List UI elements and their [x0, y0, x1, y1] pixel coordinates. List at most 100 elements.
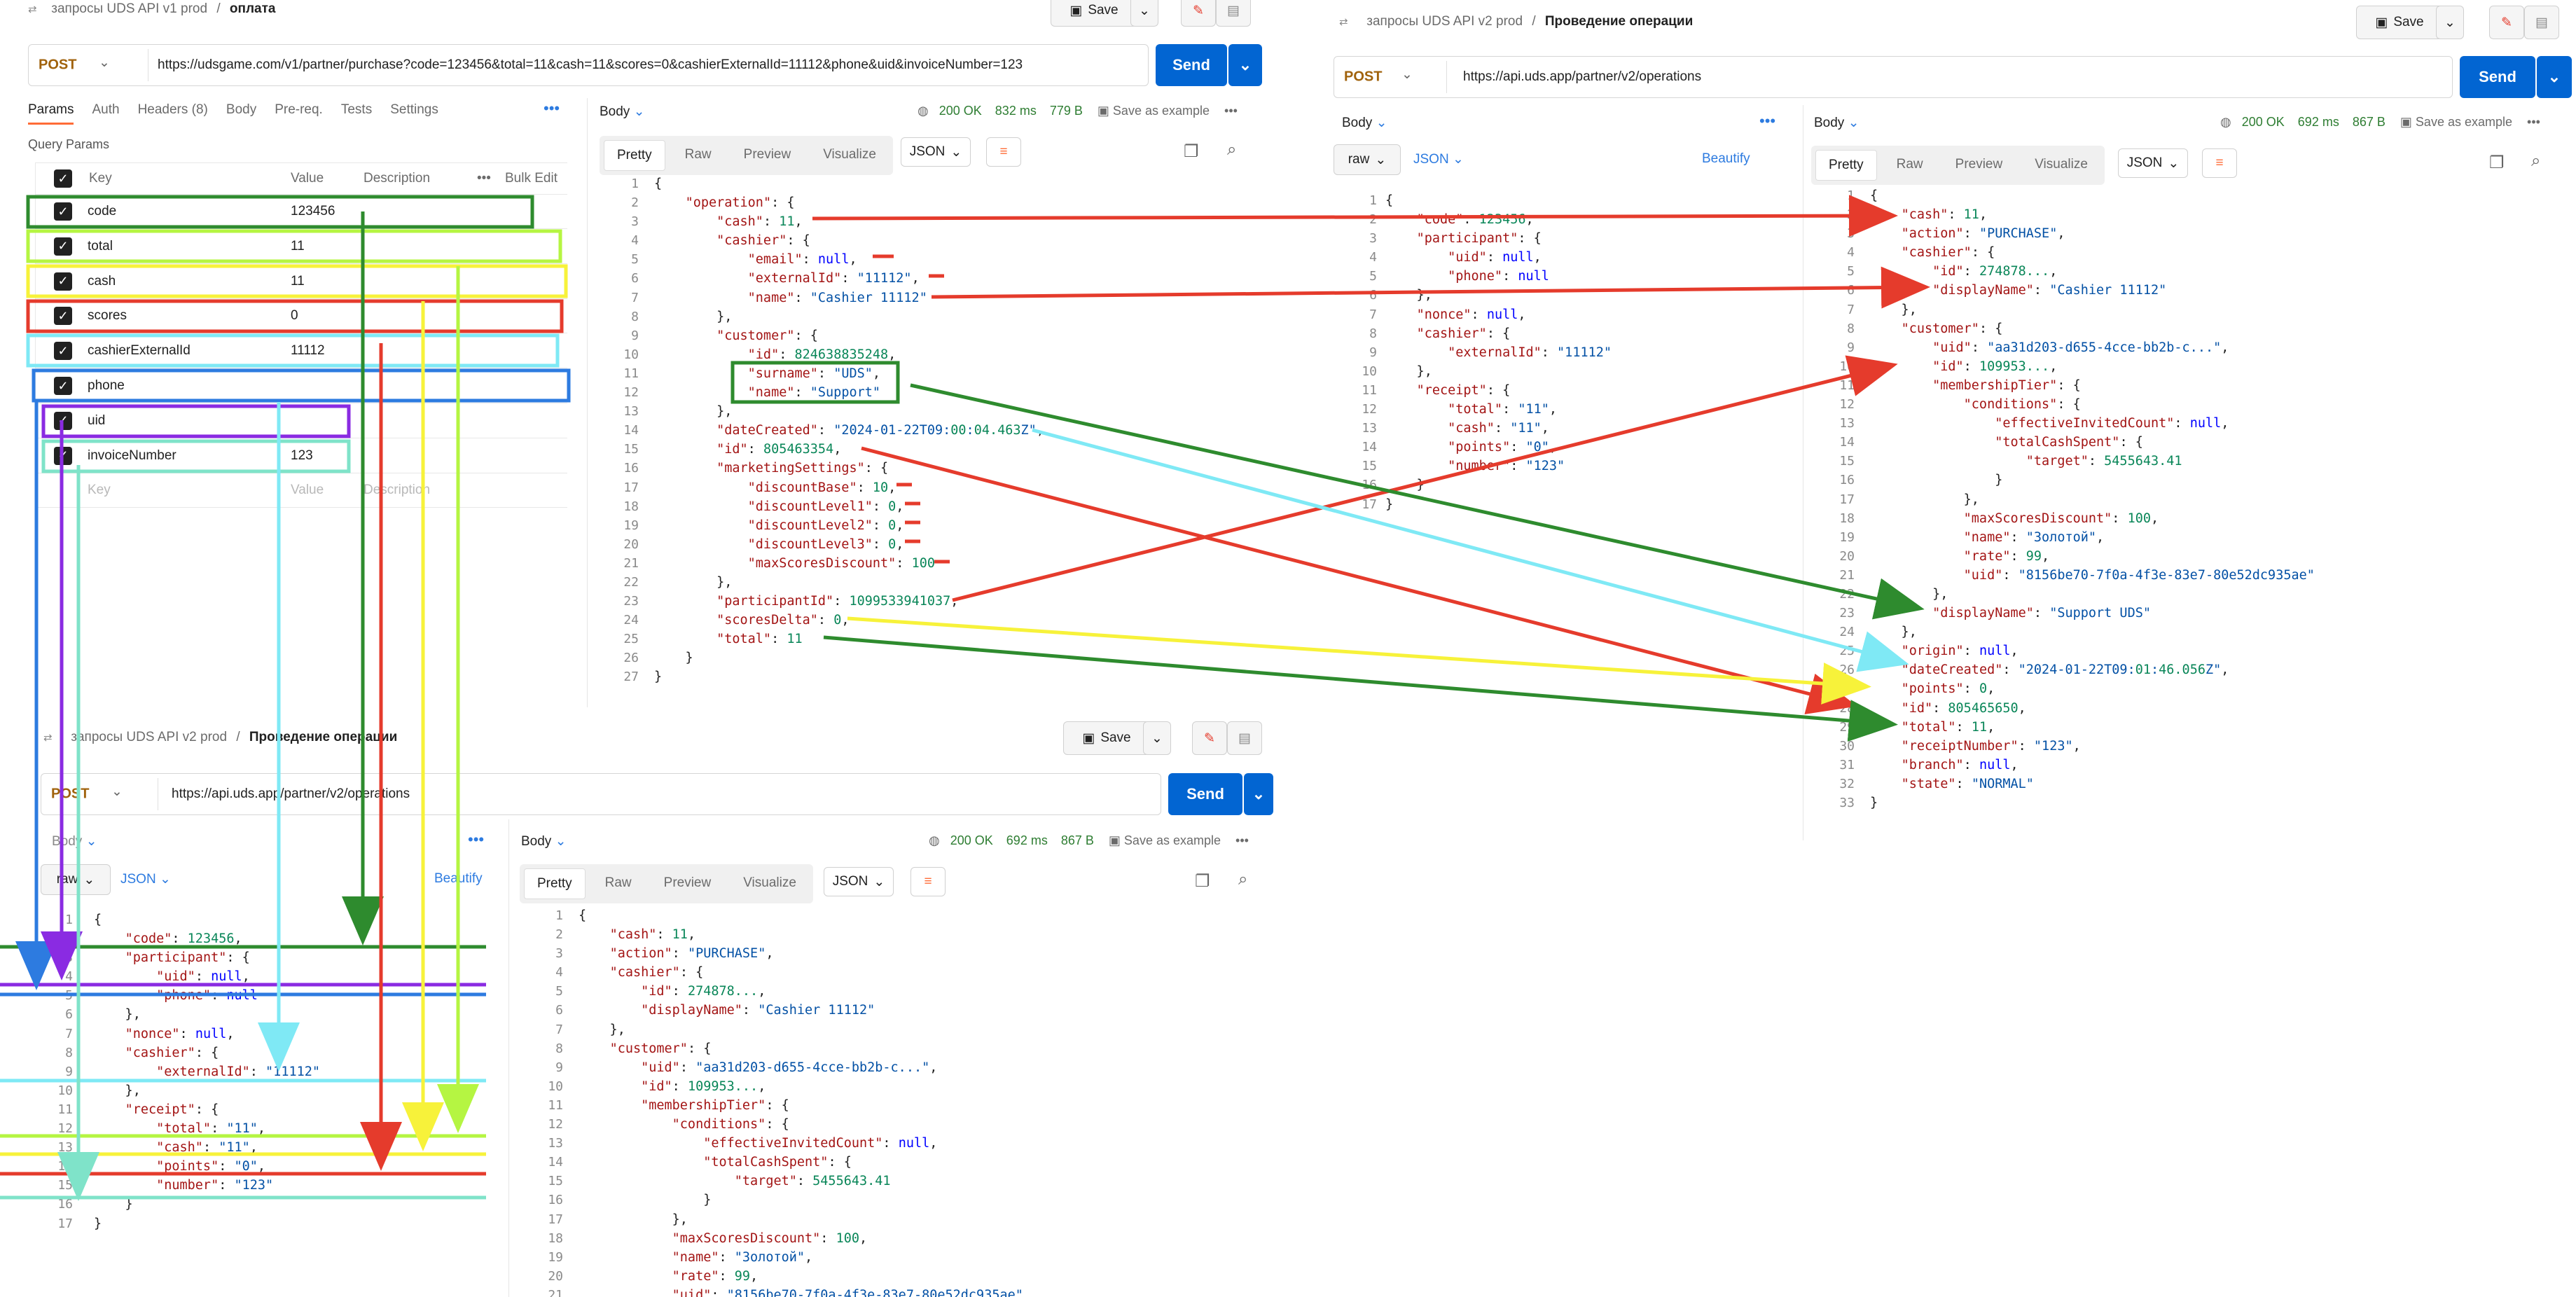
param-description[interactable] — [363, 439, 560, 473]
response-body-select[interactable]: Body ⌄ — [521, 833, 567, 849]
param-enabled-checkbox[interactable]: ✓ — [54, 272, 72, 291]
param-key[interactable]: code — [88, 204, 116, 219]
param-key[interactable]: cashierExternalId — [88, 343, 191, 359]
save-example-button[interactable]: ▣ Save as example — [1109, 833, 1221, 847]
param-value[interactable]: 11112 — [291, 343, 325, 359]
breadcrumb-request[interactable]: Проведение операции — [249, 730, 397, 744]
param-description[interactable] — [363, 265, 560, 298]
bulk-edit-button[interactable]: Bulk Edit — [505, 171, 558, 186]
param-key[interactable]: scores — [88, 308, 127, 324]
format-select[interactable]: JSON ⌄ — [824, 867, 894, 896]
comments-button[interactable]: ▤ — [1216, 0, 1251, 27]
save-example-button[interactable]: ▣ Save as example — [2400, 115, 2512, 129]
send-options-button[interactable]: ⌄ — [2537, 56, 2572, 98]
view-tab-pretty[interactable]: Pretty — [524, 868, 586, 899]
request-body-select[interactable]: Body ⌄ — [1342, 115, 1387, 131]
more-icon[interactable]: ••• — [2527, 115, 2540, 129]
save-dropdown-button[interactable]: ⌄ — [2436, 6, 2464, 39]
param-enabled-checkbox[interactable]: ✓ — [54, 237, 72, 256]
breadcrumb-collection[interactable]: запросы UDS API v2 prod — [1366, 14, 1523, 29]
edit-button[interactable]: ✎ — [1181, 0, 1216, 27]
search-icon[interactable]: ⌕ — [2531, 151, 2540, 171]
more-icon[interactable]: ••• — [1759, 112, 1775, 130]
param-enabled-checkbox[interactable]: ✓ — [54, 202, 72, 221]
param-value[interactable]: 123456 — [291, 204, 335, 219]
url-input[interactable]: https://udsgame.com/v1/partner/purchase?… — [158, 57, 1023, 73]
tab-settings[interactable]: Settings — [390, 102, 438, 117]
copy-icon[interactable]: ❐ — [2489, 153, 2505, 173]
body-format-select[interactable]: JSON ⌄ — [120, 871, 171, 887]
view-tab-preview[interactable]: Preview — [1943, 150, 2016, 181]
view-tab-preview[interactable]: Preview — [731, 140, 804, 171]
view-tab-pretty[interactable]: Pretty — [1815, 150, 1877, 181]
more-icon[interactable]: ••• — [477, 171, 491, 186]
method-select[interactable]: POST — [1344, 69, 1382, 85]
url-input[interactable]: https://api.uds.app/partner/v2/operation… — [1463, 69, 1701, 85]
beautify-button[interactable]: Beautify — [434, 871, 483, 887]
comments-button[interactable]: ▤ — [1227, 721, 1262, 755]
view-tab-visualize[interactable]: Visualize — [730, 868, 809, 899]
url-input[interactable]: https://api.uds.app/partner/v2/operation… — [172, 786, 410, 802]
view-tab-preview[interactable]: Preview — [651, 868, 724, 899]
wrap-lines-button[interactable]: ≡ — [986, 137, 1021, 167]
new-description-input[interactable]: Description — [363, 483, 430, 498]
param-key[interactable]: total — [88, 239, 113, 254]
method-select[interactable]: POST — [39, 57, 76, 74]
param-description[interactable] — [363, 299, 560, 333]
param-value[interactable]: 11 — [291, 274, 305, 289]
send-button[interactable]: Send — [1168, 773, 1242, 815]
param-key[interactable]: phone — [88, 378, 125, 394]
body-type-select[interactable]: raw ⌄ — [41, 864, 111, 895]
copy-icon[interactable]: ❐ — [1195, 871, 1210, 892]
send-options-button[interactable]: ⌄ — [1244, 773, 1273, 815]
save-dropdown-button[interactable]: ⌄ — [1130, 0, 1158, 27]
save-dropdown-button[interactable]: ⌄ — [1143, 721, 1171, 755]
new-value-input[interactable]: Value — [291, 483, 324, 498]
format-select[interactable]: JSON ⌄ — [901, 137, 971, 167]
view-tab-raw[interactable]: Raw — [1884, 150, 1936, 181]
view-tab-raw[interactable]: Raw — [593, 868, 644, 899]
param-description[interactable] — [363, 195, 560, 228]
param-key[interactable]: invoiceNumber — [88, 448, 176, 464]
wrap-lines-button[interactable]: ≡ — [2202, 148, 2237, 178]
tab-body[interactable]: Body — [226, 102, 256, 117]
tab-prerequest[interactable]: Pre-req. — [275, 102, 323, 117]
body-type-select[interactable]: raw ⌄ — [1334, 144, 1401, 175]
search-icon[interactable]: ⌕ — [1227, 140, 1236, 160]
breadcrumb-collection[interactable]: запросы UDS API v1 prod — [51, 1, 207, 16]
view-tab-pretty[interactable]: Pretty — [604, 140, 665, 171]
breadcrumb-collection[interactable]: запросы UDS API v2 prod — [71, 730, 227, 744]
param-enabled-checkbox[interactable]: ✓ — [54, 411, 72, 430]
select-all-checkbox[interactable]: ✓ — [54, 169, 72, 188]
breadcrumb-request[interactable]: Проведение операции — [1545, 14, 1693, 29]
body-format-select[interactable]: JSON ⌄ — [1413, 151, 1464, 167]
send-button[interactable]: Send — [1156, 44, 1227, 86]
more-icon[interactable]: ••• — [468, 831, 484, 849]
param-value[interactable]: 11 — [291, 239, 305, 254]
tab-auth[interactable]: Auth — [92, 102, 119, 117]
tab-params[interactable]: Params — [28, 102, 74, 125]
save-example-button[interactable]: ▣ Save as example — [1097, 104, 1210, 118]
new-key-input[interactable]: Key — [88, 483, 111, 498]
param-enabled-checkbox[interactable]: ✓ — [54, 342, 72, 361]
wrap-lines-button[interactable]: ≡ — [910, 867, 946, 896]
param-key[interactable]: cash — [88, 274, 116, 289]
method-select[interactable]: POST — [51, 786, 89, 803]
copy-icon[interactable]: ❐ — [1184, 141, 1199, 162]
param-enabled-checkbox[interactable]: ✓ — [54, 307, 72, 326]
response-body-select[interactable]: Body ⌄ — [1814, 115, 1860, 131]
edit-button[interactable]: ✎ — [1192, 721, 1227, 755]
more-icon[interactable]: ••• — [1224, 104, 1238, 118]
view-tab-visualize[interactable]: Visualize — [810, 140, 889, 171]
search-icon[interactable]: ⌕ — [1238, 870, 1247, 889]
save-button[interactable]: ▣ Save — [2356, 6, 2443, 39]
send-options-button[interactable]: ⌄ — [1228, 44, 1262, 86]
param-description[interactable] — [363, 334, 560, 368]
tab-tests[interactable]: Tests — [341, 102, 372, 117]
param-value[interactable]: 123 — [291, 448, 313, 464]
breadcrumb-request[interactable]: оплата — [230, 1, 276, 16]
param-description[interactable] — [363, 230, 560, 263]
save-button[interactable]: ▣ Save — [1051, 0, 1137, 27]
edit-button[interactable]: ✎ — [2489, 6, 2524, 39]
response-body-select[interactable]: Body ⌄ — [600, 104, 645, 120]
